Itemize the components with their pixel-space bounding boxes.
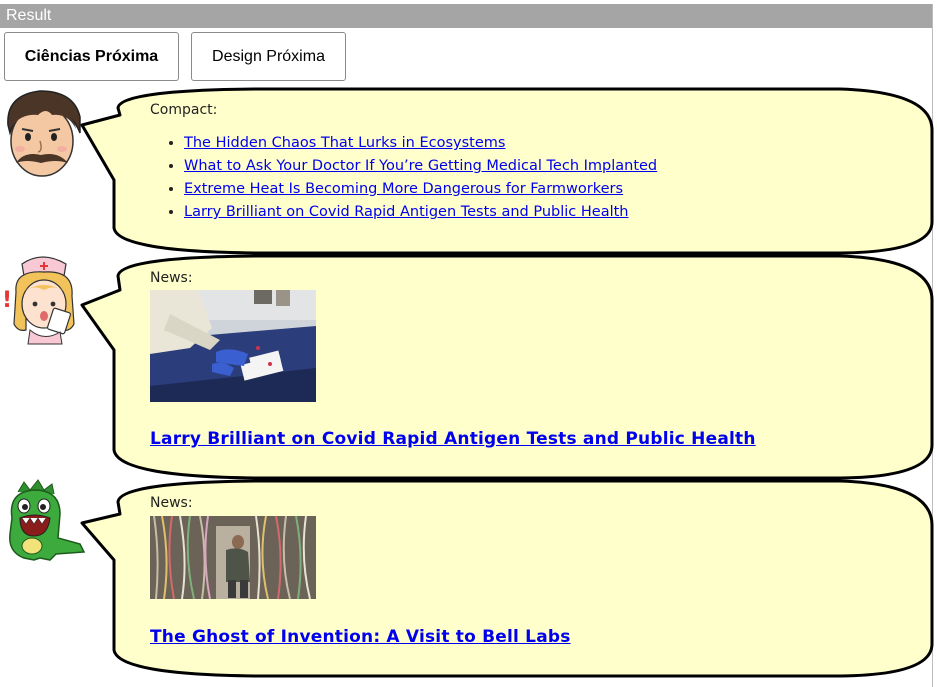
list-item: The Hidden Chaos That Lurks in Ecosystem… — [184, 132, 850, 155]
news-title-link-2[interactable]: The Ghost of Invention: A Visit to Bell … — [150, 627, 571, 647]
news-title-link-1[interactable]: Larry Brilliant on Covid Rapid Antigen T… — [150, 429, 756, 449]
svg-text:!: ! — [2, 288, 12, 313]
list-item: Extreme Heat Is Becoming More Dangerous … — [184, 178, 850, 201]
news-link[interactable]: Extreme Heat Is Becoming More Dangerous … — [184, 181, 623, 197]
compact-label: Compact: — [150, 102, 218, 118]
window-frame-border — [932, 4, 933, 687]
list-item: What to Ask Your Doctor If You’re Gettin… — [184, 155, 850, 178]
nurse-avatar-icon: ! — [2, 256, 75, 345]
compact-news-list: The Hidden Chaos That Lurks in Ecosystem… — [150, 132, 850, 224]
window-title: Result — [0, 4, 933, 28]
news-link[interactable]: The Hidden Chaos That Lurks in Ecosystem… — [184, 135, 505, 151]
list-item: Larry Brilliant on Covid Rapid Antigen T… — [184, 201, 850, 224]
news-link[interactable]: Larry Brilliant on Covid Rapid Antigen T… — [184, 204, 628, 220]
man-avatar-icon — [7, 90, 81, 177]
dinosaur-avatar-icon — [9, 479, 86, 561]
news-image-bell-labs[interactable] — [150, 516, 316, 599]
ciencias-proxima-button[interactable]: Ciências Próxima — [4, 32, 179, 81]
news-label-2: News: — [150, 495, 193, 511]
news-label-1: News: — [150, 270, 193, 286]
news-link[interactable]: What to Ask Your Doctor If You’re Gettin… — [184, 158, 657, 174]
news-image-antigen-test[interactable] — [150, 290, 316, 402]
design-proxima-button[interactable]: Design Próxima — [191, 32, 346, 81]
compact-news-panel: Compact: The Hidden Chaos That Lurks in … — [150, 102, 850, 224]
